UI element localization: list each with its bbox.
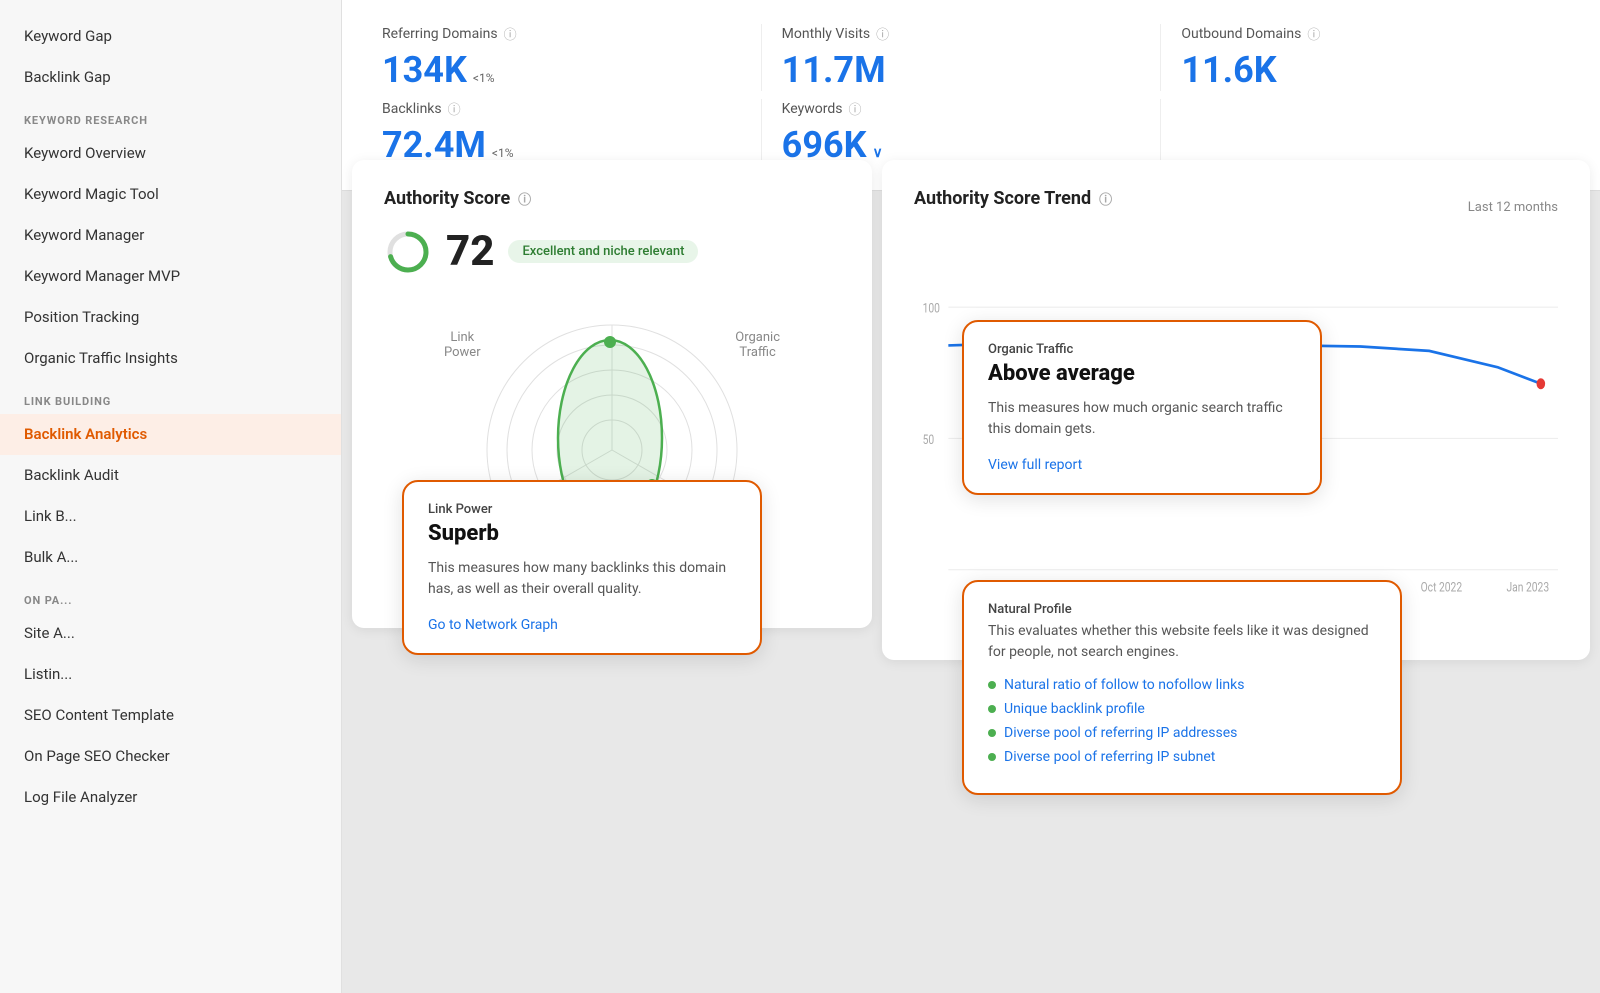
trend-period: Last 12 months [1468,200,1558,215]
authority-score-info-icon[interactable]: ⓘ [518,189,531,208]
organic-traffic-desc: This measures how much organic search tr… [988,398,1296,440]
dot-icon [988,753,996,761]
link-power-section-label: Link Power [428,502,736,517]
score-circle [384,228,432,276]
sidebar-item-listin[interactable]: Listin... [0,654,341,695]
sidebar-section-on-page: ON PA... [0,578,341,613]
natural-profile-item-2[interactable]: Unique backlink profile [988,701,1376,717]
link-power-title: Superb [428,521,736,546]
sidebar-item-on-page-seo-checker[interactable]: On Page SEO Checker [0,736,341,777]
sidebar-item-link-b[interactable]: Link B... [0,496,341,537]
stat-outbound-domains: Outbound Domains ⓘ 11.6K [1160,24,1560,91]
keywords-info-icon[interactable]: ⓘ [848,99,861,118]
organic-traffic-section-label: Organic Traffic [988,342,1296,357]
sidebar-item-site-a[interactable]: Site A... [0,613,341,654]
sidebar-item-organic-traffic-insights[interactable]: Organic Traffic Insights [0,338,341,379]
outbound-domains-info-icon[interactable]: ⓘ [1307,24,1320,43]
sidebar-item-log-file-analyzer[interactable]: Log File Analyzer [0,777,341,818]
sidebar-item-keyword-manager[interactable]: Keyword Manager [0,215,341,256]
dot-icon [988,705,996,713]
sidebar-item-bulk-a[interactable]: Bulk A... [0,537,341,578]
sidebar-section-link-building: LINK BUILDING [0,379,341,414]
view-full-report-link[interactable]: View full report [988,457,1082,473]
radar-label-organic-traffic: OrganicTraffic [735,330,780,360]
trend-info-icon[interactable]: ⓘ [1099,189,1112,208]
sidebar-item-keyword-manager-mvp[interactable]: Keyword Manager MVP [0,256,341,297]
sidebar-item-keyword-overview[interactable]: Keyword Overview [0,133,341,174]
svg-text:Jan 2023: Jan 2023 [1506,579,1549,595]
natural-profile-list: Natural ratio of follow to nofollow link… [988,677,1376,765]
stat-referring-domains: Referring Domains ⓘ 134K <1% [382,24,761,91]
natural-profile-tooltip: Natural Profile This evaluates whether t… [962,580,1402,795]
referring-domains-info-icon[interactable]: ⓘ [504,24,517,43]
svg-text:50: 50 [923,432,935,448]
score-number: 72 [446,227,494,276]
dot-icon [988,729,996,737]
go-to-network-graph-link[interactable]: Go to Network Graph [428,617,558,633]
stat-keywords: Keywords ⓘ 696K ∨ [761,99,1161,166]
organic-traffic-title: Above average [988,361,1296,386]
dot-icon [988,681,996,689]
natural-profile-item-3[interactable]: Diverse pool of referring IP addresses [988,725,1376,741]
link-power-tooltip: Link Power Superb This measures how many… [402,480,762,655]
monthly-visits-info-icon[interactable]: ⓘ [876,24,889,43]
natural-profile-desc: This evaluates whether this website feel… [988,621,1376,663]
main-content: Referring Domains ⓘ 134K <1% Monthly Vis… [342,0,1600,993]
svg-text:Oct 2022: Oct 2022 [1421,579,1463,595]
radar-label-link-power: LinkPower [444,330,481,360]
natural-profile-item-4[interactable]: Diverse pool of referring IP subnet [988,749,1376,765]
score-badge: Excellent and niche relevant [508,240,698,263]
sidebar-item-position-tracking[interactable]: Position Tracking [0,297,341,338]
stat-monthly-visits: Monthly Visits ⓘ 11.7M [761,24,1161,91]
sidebar-item-keyword-gap[interactable]: Keyword Gap [0,16,341,57]
sidebar-item-backlink-analytics[interactable]: Backlink Analytics [0,414,341,455]
backlinks-info-icon[interactable]: ⓘ [448,99,461,118]
organic-traffic-tooltip: Organic Traffic Above average This measu… [962,320,1322,495]
svg-text:100: 100 [923,300,940,316]
sidebar: Keyword Gap Backlink Gap KEYWORD RESEARC… [0,0,342,993]
sidebar-section-keyword-research: KEYWORD RESEARCH [0,98,341,133]
natural-profile-item-1[interactable]: Natural ratio of follow to nofollow link… [988,677,1376,693]
keywords-chevron-icon[interactable]: ∨ [873,145,883,161]
natural-profile-section-label: Natural Profile [988,602,1376,617]
stat-backlinks: Backlinks ⓘ 72.4M <1% [382,99,761,166]
sidebar-item-keyword-magic-tool[interactable]: Keyword Magic Tool [0,174,341,215]
sidebar-item-seo-content-template[interactable]: SEO Content Template [0,695,341,736]
sidebar-item-backlink-audit[interactable]: Backlink Audit [0,455,341,496]
sidebar-item-backlink-gap[interactable]: Backlink Gap [0,57,341,98]
link-power-desc: This measures how many backlinks this do… [428,558,736,600]
stat-placeholder [1160,99,1560,166]
